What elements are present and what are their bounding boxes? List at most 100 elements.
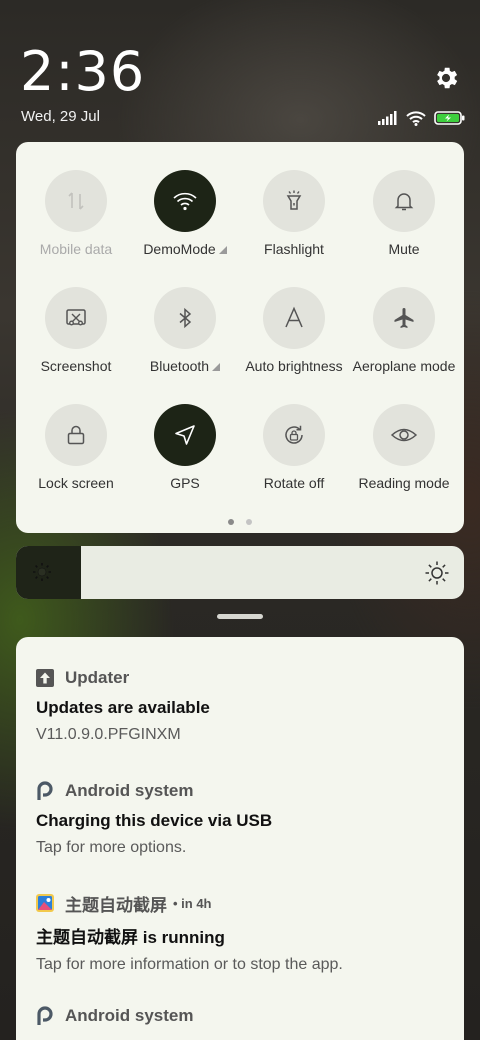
tile-label: DemoMode [122, 241, 248, 257]
tile-aeroplane[interactable]: Aeroplane mode [349, 259, 459, 374]
android-system-icon [36, 1006, 54, 1025]
tile-bluetooth[interactable]: Bluetooth [130, 259, 240, 374]
brightness-slider[interactable] [16, 546, 464, 599]
tile-auto-brightness-toggle[interactable] [263, 287, 325, 349]
quick-settings-panel: Mobile data DemoMode Flashlight Mute Scr… [16, 142, 464, 533]
notification-header: Android system [36, 780, 446, 802]
brightness-high-icon [425, 561, 449, 585]
tile-gps[interactable]: GPS [130, 376, 240, 491]
system-icons [378, 108, 466, 128]
tile-label-text: Aeroplane mode [352, 358, 456, 374]
tile-rotate[interactable]: Rotate off [239, 376, 349, 491]
tile-screenshot[interactable]: Screenshot [21, 259, 131, 374]
tile-lock-screen[interactable]: Lock screen [21, 376, 131, 491]
flashlight-icon [286, 190, 302, 210]
tile-label-text: Mute [388, 241, 420, 257]
tile-label: Mute [341, 241, 467, 257]
updater-icon [36, 669, 54, 687]
tile-rotate-toggle[interactable] [263, 404, 325, 466]
tile-label: Aeroplane mode [341, 358, 467, 374]
tile-reading-mode[interactable]: Reading mode [349, 376, 459, 491]
tile-auto-brightness[interactable]: Auto brightness [239, 259, 349, 374]
tile-label-text: Reading mode [358, 475, 450, 491]
tile-mute-toggle[interactable] [373, 170, 435, 232]
brightness-low-icon [33, 563, 51, 581]
tile-mobile-data[interactable]: Mobile data [21, 142, 131, 257]
location-arrow-icon [175, 425, 195, 445]
tile-label-text: Auto brightness [245, 358, 343, 374]
wifi-icon [406, 110, 426, 126]
tile-gps-toggle[interactable] [154, 404, 216, 466]
auto-brightness-icon [285, 306, 303, 328]
tile-label: GPS [122, 475, 248, 491]
gear-icon [437, 67, 458, 89]
page-dot-active[interactable] [228, 519, 234, 525]
tile-label: Mobile data [13, 241, 139, 257]
tile-screenshot-toggle[interactable] [45, 287, 107, 349]
notification-app-name: 主题自动截屏 [65, 895, 167, 915]
notification-header: Android system [36, 1005, 446, 1027]
notification-theme-screenshot[interactable]: 主题自动截屏 • in 4h 主题自动截屏 is running Tap for… [36, 892, 446, 974]
notification-body: V11.0.9.0.PFGINXM [36, 726, 181, 743]
tile-lock-screen-toggle[interactable] [45, 404, 107, 466]
notification-usb-charging[interactable]: Android system Charging this device via … [36, 780, 446, 857]
rotation-lock-icon [285, 425, 303, 444]
tile-label-text: Bluetooth [149, 358, 210, 374]
notification-body: Tap for more information or to stop the … [36, 956, 343, 973]
page-indicator [228, 519, 252, 525]
notification-time: • in 4h [173, 895, 212, 911]
date[interactable]: Wed, 29 Jul [21, 108, 100, 125]
wifi-icon [173, 192, 197, 211]
tile-label: Lock screen [13, 475, 139, 491]
theme-app-icon [36, 894, 54, 912]
tile-bluetooth-toggle[interactable] [154, 287, 216, 349]
notification-app-name: Android system [65, 1006, 194, 1025]
drag-handle[interactable] [217, 614, 263, 619]
notification-header: Updater [36, 667, 446, 689]
notification-title: 主题自动截屏 is running [36, 928, 225, 947]
notification-app-name: Updater [65, 668, 130, 687]
expand-triangle-icon[interactable] [212, 363, 221, 371]
android-system-icon [36, 781, 54, 800]
notification-panel: Updater Updates are available V11.0.9.0.… [16, 637, 464, 1040]
tile-label-text: Flashlight [264, 241, 324, 257]
tile-label: Flashlight [231, 241, 357, 257]
lock-icon [67, 425, 85, 445]
tile-label: Reading mode [341, 475, 467, 491]
tile-label: Rotate off [231, 475, 357, 491]
notification-app-name: Android system [65, 781, 194, 800]
tile-reading-mode-toggle[interactable] [373, 404, 435, 466]
airplane-icon [394, 308, 414, 328]
tile-label-text: Mobile data [39, 241, 113, 257]
notification-updater[interactable]: Updater Updates are available V11.0.9.0.… [36, 667, 446, 744]
tile-demomode-toggle[interactable] [154, 170, 216, 232]
bell-icon [394, 193, 414, 211]
bluetooth-icon [179, 307, 192, 329]
tile-label-text: Lock screen [38, 475, 114, 491]
battery-charging-icon [434, 111, 465, 125]
tile-flashlight[interactable]: Flashlight [239, 142, 349, 257]
screenshot-icon [66, 309, 86, 326]
eye-icon [390, 428, 418, 442]
tile-label-text: GPS [170, 475, 200, 491]
tile-mute[interactable]: Mute [349, 142, 459, 257]
notification-title: Charging this device via USB [36, 811, 273, 830]
settings-button[interactable] [432, 64, 460, 92]
tile-label: Auto brightness [231, 358, 357, 374]
notification-body: Tap for more options. [36, 839, 187, 856]
tile-label-text: Screenshot [40, 358, 112, 374]
clock[interactable]: 2:36 [20, 40, 145, 103]
tile-label-text: DemoMode [143, 241, 216, 257]
tile-label-text: Rotate off [263, 475, 325, 491]
tile-flashlight-toggle[interactable] [263, 170, 325, 232]
signal-icon [378, 111, 397, 125]
tile-demomode[interactable]: DemoMode [130, 142, 240, 257]
status-area: 2:36 Wed, 29 Jul [0, 0, 480, 135]
expand-triangle-icon[interactable] [218, 246, 227, 254]
tile-aeroplane-toggle[interactable] [373, 287, 435, 349]
tile-mobile-data-toggle[interactable] [45, 170, 107, 232]
notification-title: Updates are available [36, 698, 210, 717]
mobile-data-icon [68, 192, 84, 210]
page-dot[interactable] [246, 519, 252, 525]
notification-android-system[interactable]: Android system [36, 1005, 446, 1027]
